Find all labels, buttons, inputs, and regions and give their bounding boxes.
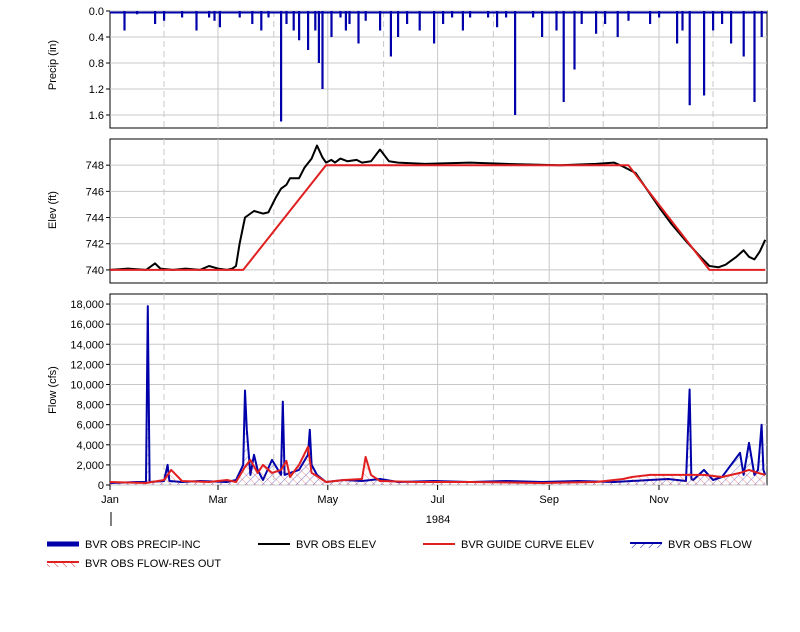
elev-y-tick-label: 746 bbox=[86, 186, 104, 198]
flow-y-tick-label: 6,000 bbox=[76, 420, 104, 432]
elev-y-ticks: 740 742 744 746 748 bbox=[86, 160, 110, 277]
legend-label: BVR GUIDE CURVE ELEV bbox=[461, 539, 595, 551]
elev-y-tick-label: 744 bbox=[86, 213, 104, 225]
flow-y-ticks: 0 2,000 4,000 6,000 8,000 10,000 12,000 14,000 1… bbox=[70, 299, 110, 492]
precip-y-tick-label: 1.6 bbox=[89, 110, 104, 122]
flow-y-tick-label: 16,000 bbox=[70, 319, 104, 331]
precip-bar bbox=[280, 11, 283, 122]
flow-panel: 0 2,000 4,000 6,000 8,000 10,000 12,000 14,000 1… bbox=[47, 293, 768, 492]
precip-bar bbox=[307, 11, 310, 50]
legend-label: BVR OBS PRECIP-INC bbox=[85, 539, 201, 551]
precip-bar bbox=[573, 11, 576, 70]
legend-label: BVR OBS FLOW-RES OUT bbox=[85, 558, 221, 570]
precip-bar bbox=[344, 11, 347, 31]
precip-y-ticks: 0.0 0.4 0.8 1.2 1.6 bbox=[89, 6, 110, 122]
elev-y-tick-label: 742 bbox=[86, 239, 104, 251]
hydrograph-chart: 0.0 0.4 0.8 1.2 1.6 Precip (in) 740 742 744 746… bbox=[0, 0, 800, 627]
precip-y-tick-label: 0.4 bbox=[89, 32, 104, 44]
precip-bar bbox=[760, 11, 763, 37]
flow-plot-area bbox=[109, 293, 768, 486]
precip-bar bbox=[292, 11, 295, 31]
legend-label: BVR OBS ELEV bbox=[296, 539, 377, 551]
precip-bar bbox=[616, 11, 619, 37]
flow-y-tick-label: 0 bbox=[98, 480, 104, 492]
precip-y-tick-label: 0.0 bbox=[89, 6, 104, 18]
precip-bar bbox=[321, 11, 324, 89]
precip-bar bbox=[753, 11, 756, 102]
elev-plot-area bbox=[109, 138, 768, 284]
precip-bar bbox=[676, 11, 679, 44]
x-tick-label: Sep bbox=[539, 494, 559, 506]
flow-y-tick-label: 4,000 bbox=[76, 440, 104, 452]
precip-bar bbox=[389, 11, 392, 57]
x-tick-label: Nov bbox=[649, 494, 669, 506]
flow-y-axis-label: Flow (cfs) bbox=[47, 366, 59, 414]
flow-y-tick-label: 14,000 bbox=[70, 339, 104, 351]
flow-y-tick-label: 2,000 bbox=[76, 460, 104, 472]
x-tick-label: Mar bbox=[209, 494, 228, 506]
precip-bar bbox=[730, 11, 733, 44]
x-tick-label: May bbox=[317, 494, 338, 506]
precip-bar bbox=[123, 11, 126, 31]
precip-bar bbox=[433, 11, 436, 44]
precip-bar bbox=[357, 11, 360, 44]
precip-y-tick-label: 0.8 bbox=[89, 58, 104, 70]
precip-bar bbox=[298, 11, 301, 41]
precip-bar bbox=[712, 11, 715, 31]
precip-bar bbox=[397, 11, 400, 37]
precip-bar bbox=[681, 11, 684, 31]
precip-bar bbox=[379, 11, 382, 31]
x-tick-label: Jul bbox=[431, 494, 445, 506]
precip-bar bbox=[562, 11, 565, 102]
precip-bar bbox=[317, 11, 320, 63]
flow-y-tick-label: 8,000 bbox=[76, 400, 104, 412]
precip-bar bbox=[260, 11, 263, 31]
precip-bar bbox=[195, 11, 198, 31]
elev-y-axis-label: Elev (ft) bbox=[47, 191, 59, 229]
precip-plot-area bbox=[109, 10, 768, 129]
precip-bar bbox=[418, 11, 421, 31]
elev-y-tick-label: 740 bbox=[86, 265, 104, 277]
flow-y-tick-label: 18,000 bbox=[70, 299, 104, 311]
elev-y-tick-label: 748 bbox=[86, 160, 104, 172]
precip-bar bbox=[703, 11, 706, 96]
precip-bar bbox=[314, 11, 317, 31]
precip-bar bbox=[595, 11, 598, 34]
precip-bar bbox=[541, 11, 544, 37]
flow-y-tick-label: 10,000 bbox=[70, 379, 104, 391]
elev-panel: 740 742 744 746 748 Elev (ft) bbox=[47, 138, 768, 284]
precip-bar bbox=[461, 11, 464, 31]
precip-bar bbox=[330, 11, 333, 37]
x-axis: Jan Mar May Jul Sep Nov bbox=[101, 485, 669, 506]
flow-y-tick-label: 12,000 bbox=[70, 359, 104, 371]
x-tick-label: Jan bbox=[101, 494, 119, 506]
precip-bar bbox=[514, 11, 517, 115]
precip-bar bbox=[688, 11, 691, 106]
precip-y-tick-label: 1.2 bbox=[89, 84, 104, 96]
precip-bar bbox=[555, 11, 558, 31]
precip-bar bbox=[742, 11, 745, 57]
chart-legend: BVR OBS PRECIP-INC BVR OBS ELEV BVR GUIDE … bbox=[47, 539, 752, 570]
x-axis-year-label: 1984 bbox=[426, 514, 450, 526]
precip-panel: 0.0 0.4 0.8 1.2 1.6 Precip (in) bbox=[47, 6, 768, 129]
legend-label: BVR OBS FLOW bbox=[668, 539, 752, 551]
precip-y-axis-label: Precip (in) bbox=[47, 40, 59, 90]
chart-canvas: 0.0 0.4 0.8 1.2 1.6 Precip (in) 740 742 744 746… bbox=[47, 6, 768, 570]
